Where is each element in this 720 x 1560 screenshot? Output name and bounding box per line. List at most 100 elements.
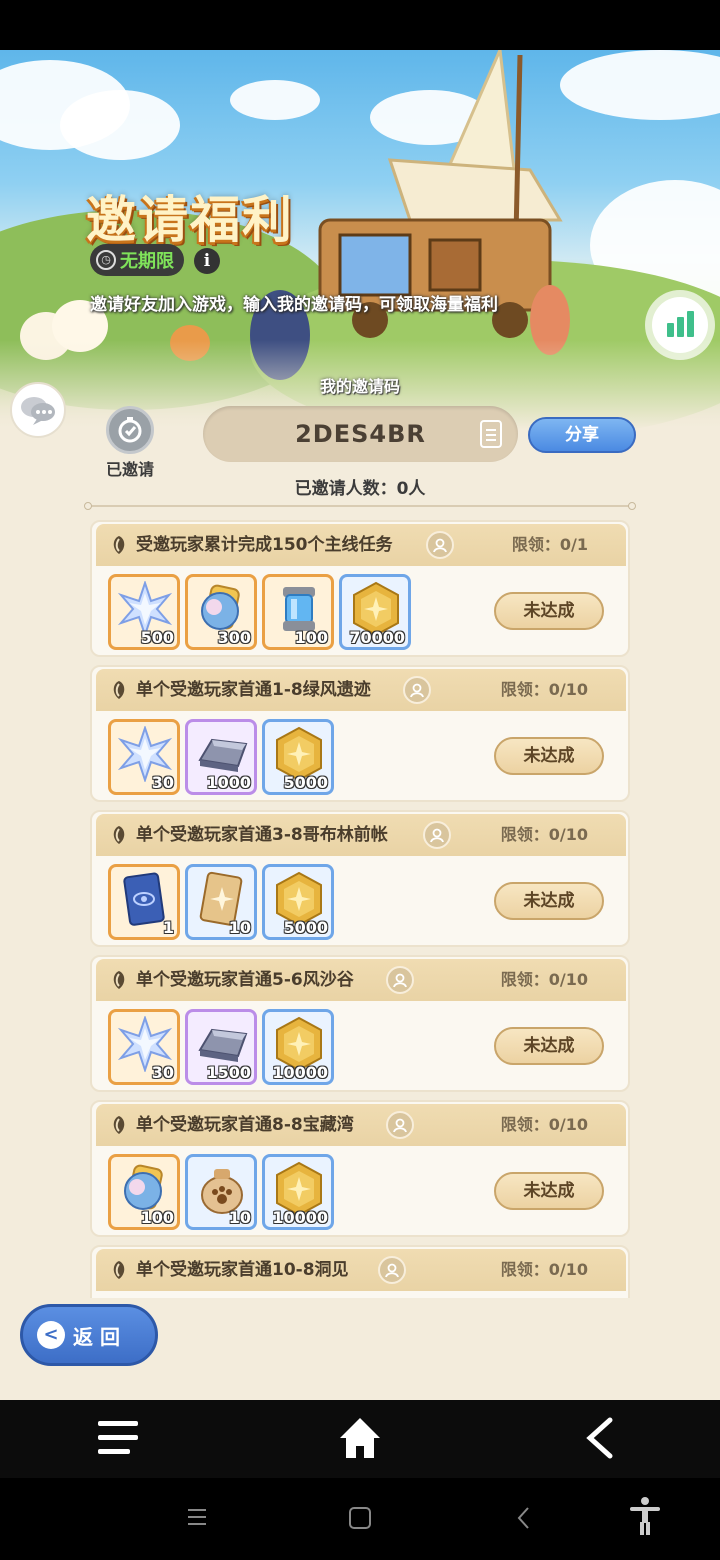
- reward-quantity: 1000: [206, 773, 251, 792]
- invite-code-box[interactable]: 2DES4BR: [203, 406, 518, 462]
- reward-quantity: 70000: [349, 628, 405, 647]
- invite-code: 2DES4BR: [295, 420, 426, 448]
- reward-quantity: 300: [217, 628, 251, 647]
- bar-chart-icon: [666, 323, 674, 337]
- reward-quantity: 100: [140, 1208, 174, 1227]
- recent-apps-icon[interactable]: [186, 1506, 210, 1528]
- reward-item[interactable]: 1: [108, 864, 180, 940]
- reward-item[interactable]: 1000: [185, 719, 257, 795]
- reward-items: 30 1500 10000: [108, 1009, 334, 1085]
- system-nav-bar: [0, 1478, 720, 1560]
- share-button[interactable]: 分享: [528, 417, 636, 453]
- reward-quantity: 500: [140, 628, 174, 647]
- reward-items: 1 10 5000: [108, 864, 334, 940]
- reward-item[interactable]: 5000: [262, 864, 334, 940]
- reward-item[interactable]: 30: [108, 1009, 180, 1085]
- task-name: 单个受邀玩家首通3-8哥布林前帐: [136, 825, 388, 845]
- reward-items: 30 1000 5000: [108, 719, 334, 795]
- duration-label: 无期限: [120, 251, 174, 272]
- not-achieved-button[interactable]: 未达成: [494, 1172, 604, 1210]
- player-avatar-icon: [403, 676, 431, 704]
- back-arrow-icon: <: [37, 1321, 65, 1349]
- reward-item[interactable]: 300: [185, 574, 257, 650]
- invited-list-button[interactable]: 已邀请: [100, 406, 160, 480]
- reward-item[interactable]: 10000: [262, 1154, 334, 1230]
- task-card: 单个受邀玩家首通5-6风沙谷 限领：0/10 30 1500 10000 未达成: [90, 955, 630, 1092]
- leaf-icon: [113, 681, 125, 699]
- back-button[interactable]: < 返 回: [20, 1304, 158, 1366]
- duration-badge: ◷ 无期限: [90, 244, 184, 276]
- reward-item[interactable]: 100: [108, 1154, 180, 1230]
- copy-icon[interactable]: [480, 420, 502, 448]
- home-icon[interactable]: [338, 1416, 382, 1460]
- player-avatar-icon: [386, 1111, 414, 1139]
- reward-quantity: 10000: [272, 1208, 328, 1227]
- leaf-icon: [113, 1116, 125, 1134]
- menu-icon[interactable]: [96, 1418, 142, 1458]
- claim-limit: 限领：0/10: [500, 680, 588, 699]
- player-avatar-icon: [426, 531, 454, 559]
- reward-item[interactable]: 10: [185, 1154, 257, 1230]
- task-name: 单个受邀玩家首通8-8宝藏湾: [136, 1115, 354, 1135]
- home-square-icon[interactable]: [348, 1506, 372, 1530]
- claim-limit: 限领：0/10: [500, 1115, 588, 1134]
- not-achieved-button[interactable]: 未达成: [494, 737, 604, 775]
- back-label: 返 回: [73, 1324, 120, 1349]
- task-card: 单个受邀玩家首通10-8洞见 限领：0/10: [90, 1245, 630, 1298]
- reward-item[interactable]: 5000: [262, 719, 334, 795]
- clock-icon: ◷: [96, 250, 116, 270]
- back-chevron-icon[interactable]: [584, 1416, 616, 1460]
- task-name: 单个受邀玩家首通10-8洞见: [136, 1260, 349, 1280]
- reward-quantity: 30: [151, 1063, 174, 1082]
- accessibility-icon[interactable]: [628, 1496, 662, 1536]
- reward-item[interactable]: 10: [185, 864, 257, 940]
- reward-item[interactable]: 30: [108, 719, 180, 795]
- task-header: 受邀玩家累计完成150个主线任务 限领：0/1: [96, 524, 626, 566]
- claim-limit: 限领：0/10: [500, 825, 588, 844]
- player-avatar-icon: [378, 1256, 406, 1284]
- not-achieved-button[interactable]: 未达成: [494, 882, 604, 920]
- task-name: 单个受邀玩家首通5-6风沙谷: [136, 970, 354, 990]
- not-achieved-button[interactable]: 未达成: [494, 592, 604, 630]
- reward-quantity: 1500: [206, 1063, 251, 1082]
- reward-item[interactable]: 1500: [185, 1009, 257, 1085]
- reward-quantity: 10: [228, 918, 251, 937]
- task-header: 单个受邀玩家首通10-8洞见 限领：0/10: [96, 1249, 626, 1291]
- reward-quantity: 10: [228, 1208, 251, 1227]
- reward-item[interactable]: 100: [262, 574, 334, 650]
- reward-items: 500 300 100 70000: [108, 574, 411, 650]
- info-icon[interactable]: i: [194, 248, 220, 274]
- page-title: 邀请福利: [86, 191, 294, 249]
- player-avatar-icon: [386, 966, 414, 994]
- task-card: 单个受邀玩家首通1-8绿风遗迹 限领：0/10 30 1000 5000 未达成: [90, 665, 630, 802]
- reward-item[interactable]: 70000: [339, 574, 411, 650]
- chat-bubble-icon: [21, 397, 55, 425]
- task-header: 单个受邀玩家首通3-8哥布林前帐 限领：0/10: [96, 814, 626, 856]
- not-achieved-button[interactable]: 未达成: [494, 1027, 604, 1065]
- claim-limit: 限领：0/10: [500, 1260, 588, 1279]
- reward-quantity: 10000: [272, 1063, 328, 1082]
- claim-limit: 限领：0/10: [500, 970, 588, 989]
- invite-code-caption: 我的邀请码: [319, 377, 400, 396]
- leaf-icon: [113, 826, 125, 844]
- reward-item[interactable]: 10000: [262, 1009, 334, 1085]
- leaf-icon: [113, 971, 125, 989]
- reward-quantity: 5000: [283, 773, 328, 792]
- leaderboard-button[interactable]: [645, 290, 715, 360]
- task-header: 单个受邀玩家首通5-6风沙谷 限领：0/10: [96, 959, 626, 1001]
- system-back-icon[interactable]: [514, 1504, 534, 1532]
- leaf-icon: [113, 536, 125, 554]
- app-nav-bar: [0, 1400, 720, 1478]
- banner-subtitle: 邀请好友加入游戏，输入我的邀请码，可领取海量福利: [90, 295, 498, 315]
- phone-screen: 邀请福利 ◷ 无期限 i 邀请好友加入游戏，输入我的邀请码，可领取海量福利 我的…: [0, 0, 720, 1560]
- task-header: 单个受邀玩家首通1-8绿风遗迹 限领：0/10: [96, 669, 626, 711]
- task-list[interactable]: 受邀玩家累计完成150个主线任务 限领：0/1 500 300 100 70000 未达成单…: [90, 520, 630, 1298]
- invite-rewards-page: 邀请福利 ◷ 无期限 i 邀请好友加入游戏，输入我的邀请码，可领取海量福利 我的…: [0, 50, 720, 1400]
- reward-item[interactable]: 500: [108, 574, 180, 650]
- player-avatar-icon: [423, 821, 451, 849]
- reward-quantity: 1: [162, 918, 174, 937]
- task-name: 单个受邀玩家首通1-8绿风遗迹: [136, 680, 371, 700]
- leaf-icon: [113, 1261, 125, 1279]
- reward-quantity: 100: [294, 628, 328, 647]
- task-card: 单个受邀玩家首通8-8宝藏湾 限领：0/10 100 10 10000 未达成: [90, 1100, 630, 1237]
